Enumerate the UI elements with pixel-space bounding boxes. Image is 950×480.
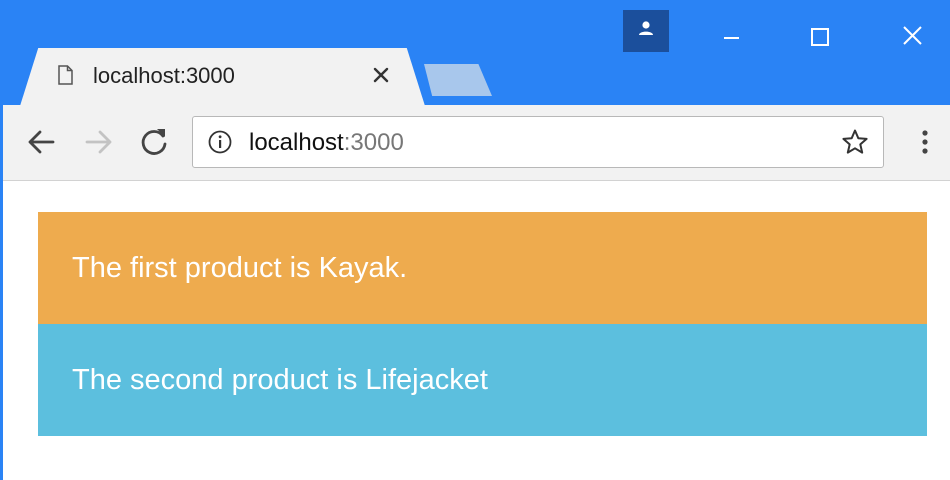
address-bar[interactable]: localhost:3000: [192, 116, 884, 168]
forward-button[interactable]: [82, 125, 116, 159]
maximize-button[interactable]: [798, 16, 844, 52]
back-button[interactable]: [24, 125, 58, 159]
person-icon: [639, 21, 653, 35]
second-product-text: The second product is Lifejacket: [72, 364, 488, 396]
menu-button[interactable]: [910, 125, 940, 159]
info-icon[interactable]: [208, 130, 232, 154]
url-text[interactable]: localhost:3000: [249, 129, 404, 157]
close-icon: [903, 26, 922, 45]
minimize-button[interactable]: [708, 16, 754, 52]
second-product-panel: The second product is Lifejacket: [38, 324, 927, 436]
close-icon: [373, 67, 389, 83]
window-close-button[interactable]: [890, 16, 936, 52]
profile-button[interactable]: [623, 10, 669, 52]
browser-toolbar: localhost:3000: [0, 105, 950, 181]
first-product-panel: The first product is Kayak.: [38, 212, 927, 324]
new-tab-button[interactable]: [424, 64, 492, 96]
star-icon[interactable]: [841, 128, 869, 156]
reload-button[interactable]: [137, 125, 171, 159]
first-product-text: The first product is Kayak.: [72, 252, 408, 284]
page-content: The first product is Kayak. The second p…: [3, 181, 950, 480]
more-vertical-icon: [922, 130, 928, 154]
url-port: :3000: [343, 129, 404, 156]
browser-tab[interactable]: localhost:3000: [20, 48, 425, 106]
reload-icon: [141, 129, 167, 155]
maximize-icon: [811, 28, 829, 46]
title-bar: localhost:3000: [0, 0, 950, 106]
tab-close-button[interactable]: [367, 61, 395, 89]
tab-title: localhost:3000: [93, 63, 235, 88]
document-icon: [58, 65, 73, 85]
browser-window: localhost:3000 localhost:3000 The first …: [0, 0, 950, 480]
arrow-left-icon: [28, 130, 55, 154]
url-host: localhost: [249, 129, 344, 156]
arrow-right-icon: [85, 130, 112, 154]
minimize-icon: [724, 37, 739, 39]
